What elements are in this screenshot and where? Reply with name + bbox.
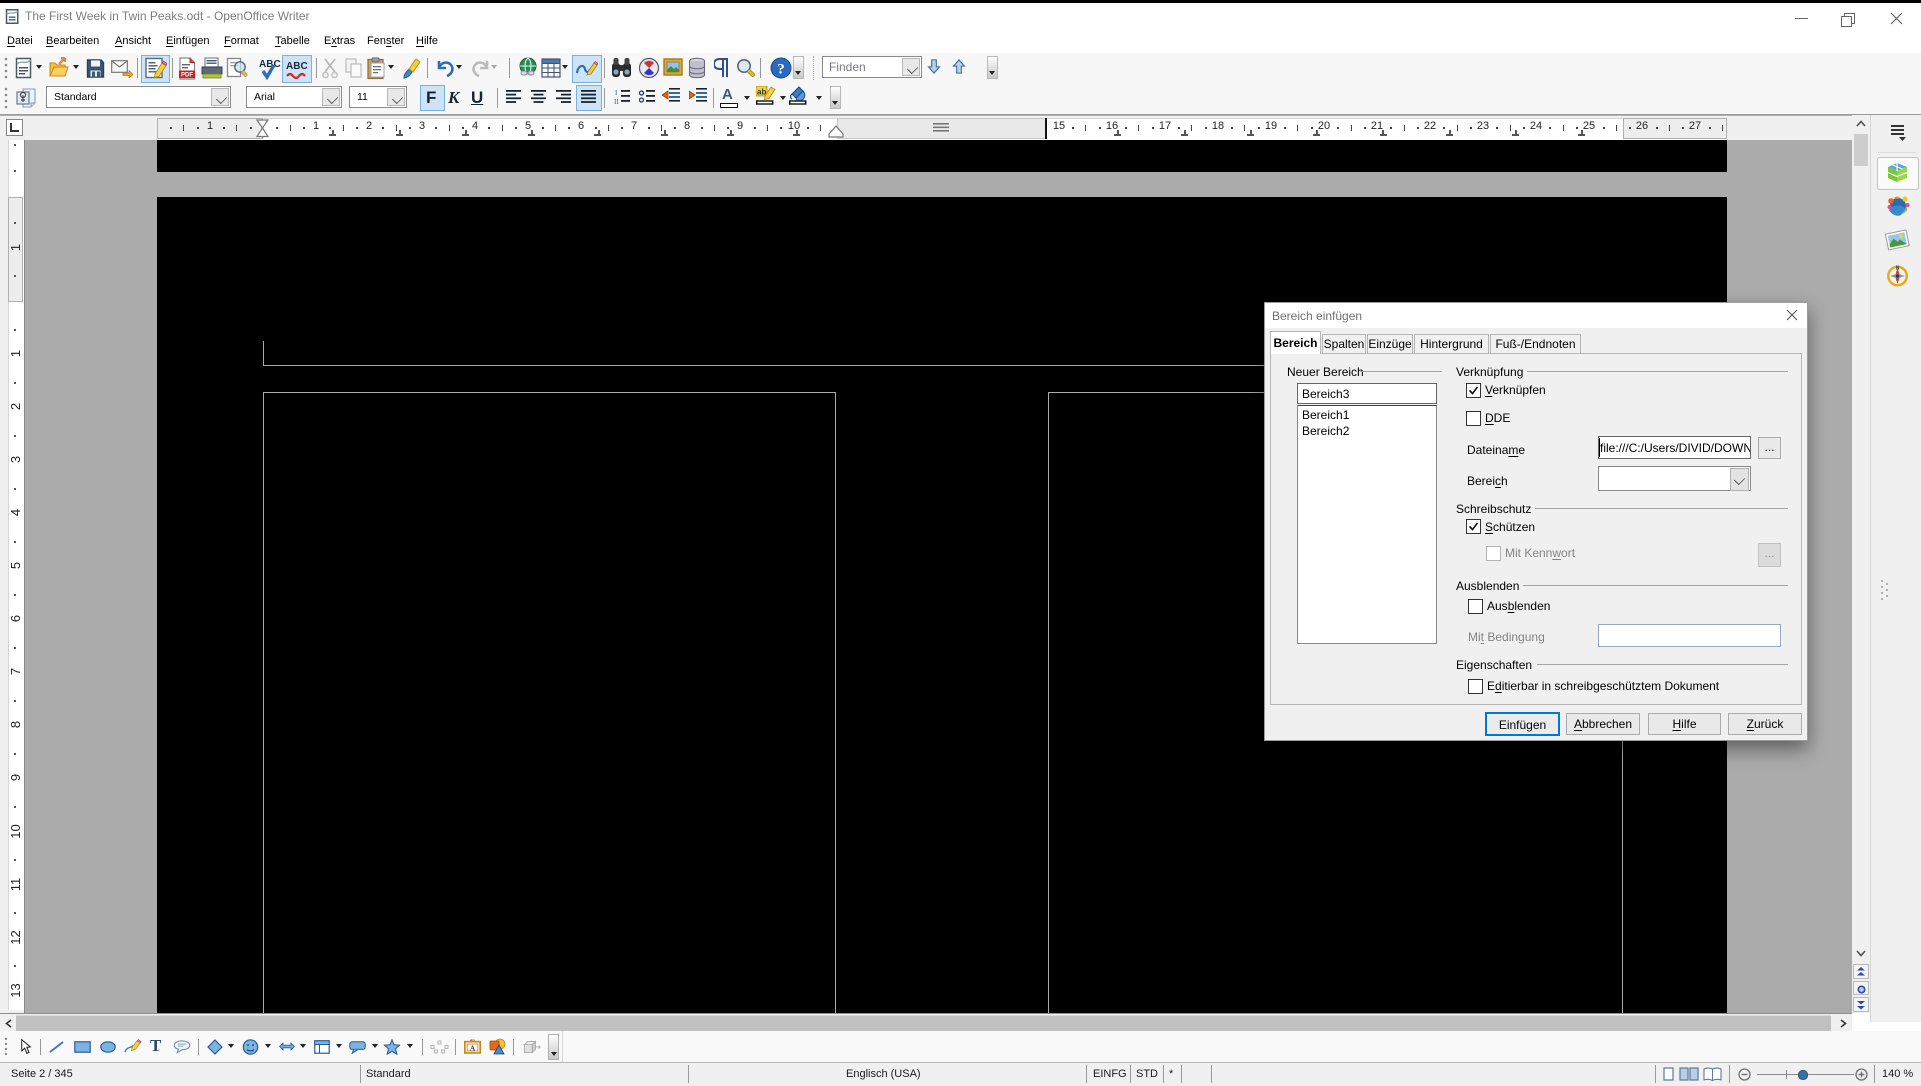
- svg-text:A: A: [470, 1045, 476, 1053]
- svg-text:ab: ab: [757, 88, 766, 97]
- svg-text:II: II: [614, 98, 619, 105]
- svg-text:?: ?: [777, 62, 785, 78]
- svg-text:I: I: [615, 89, 618, 97]
- svg-text:ABC: ABC: [259, 59, 281, 70]
- svg-text:N: N: [1896, 266, 1900, 272]
- svg-text:ABC: ABC: [286, 61, 308, 72]
- svg-text:PDF: PDF: [181, 73, 193, 79]
